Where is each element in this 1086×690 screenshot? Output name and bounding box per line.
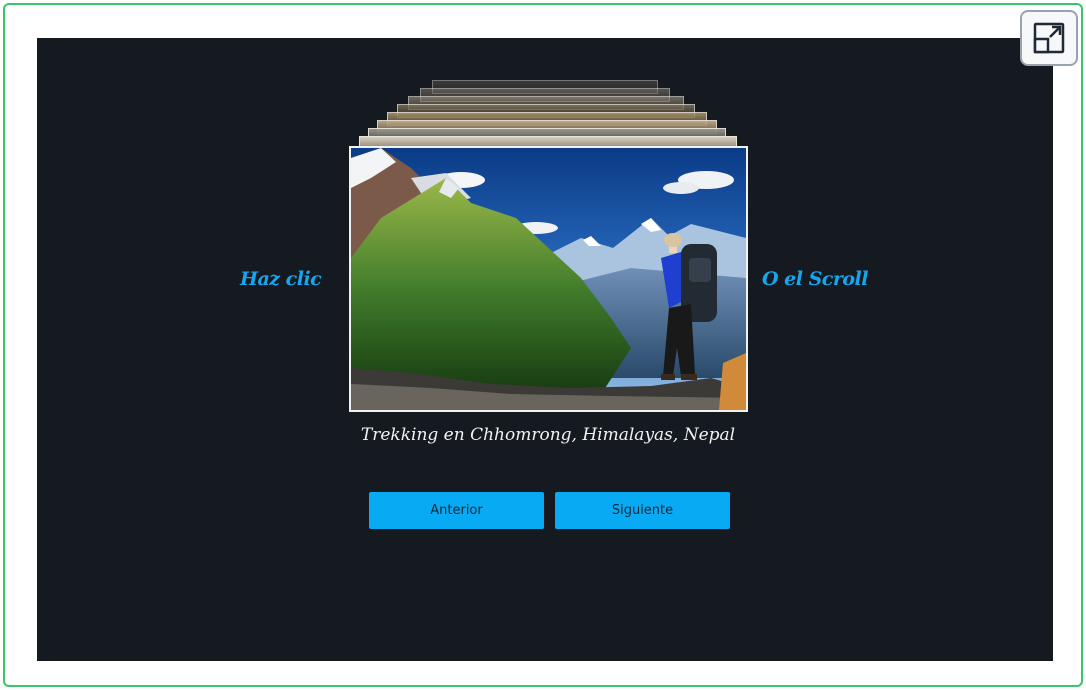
fullscreen-button[interactable] bbox=[1020, 10, 1078, 66]
slide-photo[interactable] bbox=[349, 146, 748, 412]
previous-button[interactable]: Anterior bbox=[369, 492, 544, 529]
hint-right-text: O el Scroll bbox=[762, 268, 869, 290]
trekking-photo-illustration bbox=[351, 148, 746, 410]
expand-arrow-icon bbox=[1033, 22, 1065, 54]
slide-caption: Trekking en Chhomrong, Himalayas, Nepal bbox=[360, 425, 736, 445]
hint-left-text: Haz clic bbox=[240, 268, 322, 290]
next-button[interactable]: Siguiente bbox=[555, 492, 730, 529]
